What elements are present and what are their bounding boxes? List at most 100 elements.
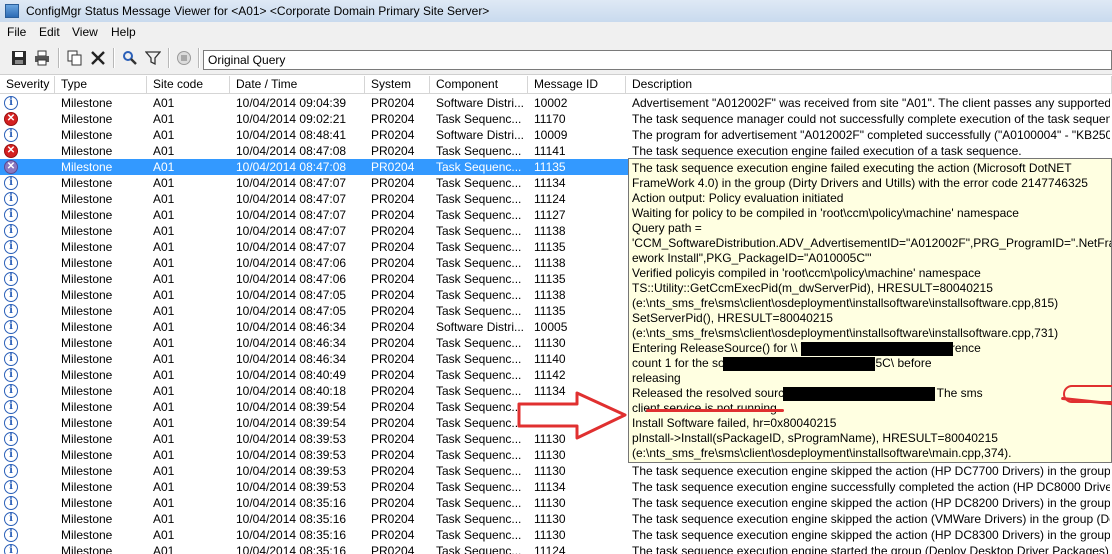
col-type-cell: Milestone: [61, 272, 113, 286]
col-type-cell: Milestone: [61, 144, 113, 158]
col-message-id-cell: 11130: [534, 496, 566, 510]
info-icon: i: [4, 384, 18, 398]
col-system-cell: PR0204: [371, 336, 415, 350]
col-date-time-cell: 10/04/2014 09:04:39: [236, 96, 347, 110]
delete-icon[interactable]: [89, 49, 107, 67]
col-component-cell: Task Sequenc...: [436, 176, 522, 190]
col-date-time-cell: 10/04/2014 08:39:54: [236, 416, 347, 430]
col-component-cell: Task Sequenc...: [436, 448, 522, 462]
col-type-cell: Milestone: [61, 160, 113, 174]
print-icon[interactable]: [33, 49, 51, 67]
tooltip-line: (e:\nts_sms_fre\sms\client\osdeployment\…: [632, 296, 1059, 310]
col-message-id-cell: 11134: [534, 480, 566, 494]
col-system-cell: PR0204: [371, 512, 415, 526]
copy-icon[interactable]: [66, 49, 84, 67]
col-site-code-cell: A01: [153, 336, 175, 350]
window-title: ConfigMgr Status Message Viewer for <A01…: [26, 4, 490, 18]
app-icon: [5, 4, 19, 18]
col-site-code-cell: A01: [153, 432, 175, 446]
tooltip-line: Verified policyis compiled in 'root\ccm\…: [632, 266, 981, 280]
col-component-cell: Software Distri...: [436, 96, 525, 110]
col-message-id-header[interactable]: Message ID: [528, 76, 626, 93]
table-row[interactable]: i Milestone A01 10/04/2014 09:04:39 PR0204 So…: [0, 95, 1112, 111]
tooltip-line: (e:\nts_sms_fre\sms\client\osdeployment\…: [632, 446, 1012, 460]
menu-bar: File Edit View Help: [0, 22, 1112, 43]
menu-view[interactable]: View: [72, 25, 98, 39]
info-icon: i: [4, 288, 18, 302]
col-type-cell: Milestone: [61, 448, 113, 462]
red-arrow-annotation: [517, 391, 627, 440]
col-component-cell: Task Sequenc...: [436, 208, 522, 222]
tooltip-line: 'CCM_SoftwareDistribution.ADV_Advertisem…: [632, 236, 1112, 250]
col-description-header[interactable]: Description: [626, 76, 1112, 93]
col-date-time-header[interactable]: Date / Time: [230, 76, 365, 93]
col-type-header[interactable]: Type: [55, 76, 147, 93]
col-description-cell: The task sequence manager could not succ…: [632, 112, 1110, 126]
info-icon: i: [4, 448, 18, 462]
toolbar-separator: [58, 48, 60, 68]
col-site-code-cell: A01: [153, 384, 175, 398]
col-message-id-cell: 10005: [534, 320, 568, 334]
menu-help[interactable]: Help: [111, 25, 136, 39]
col-component-header[interactable]: Component: [430, 76, 528, 93]
col-date-time-cell: 10/04/2014 08:47:06: [236, 272, 347, 286]
col-severity-header[interactable]: Severity: [0, 76, 55, 93]
table-row[interactable]: i Milestone A01 10/04/2014 08:39:53 PR0204 Ta…: [0, 463, 1112, 479]
table-row[interactable]: i Milestone A01 10/04/2014 08:35:16 PR0204 Ta…: [0, 495, 1112, 511]
col-message-id-cell: 11130: [534, 464, 566, 478]
col-component-cell: Task Sequenc...: [436, 288, 522, 302]
filter-icon[interactable]: [144, 49, 162, 67]
col-message-id-cell: 11127: [534, 208, 566, 222]
tooltip-line: Waiting for policy to be compiled in 'ro…: [632, 206, 1019, 220]
info-icon: i: [4, 416, 18, 430]
col-site-code-header[interactable]: Site code: [147, 76, 230, 93]
info-icon: i: [4, 272, 18, 286]
table-row[interactable]: i Milestone A01 10/04/2014 08:48:41 PR0204 So…: [0, 127, 1112, 143]
info-icon: i: [4, 208, 18, 222]
col-system-header[interactable]: System: [365, 76, 430, 93]
table-row[interactable]: i Milestone A01 10/04/2014 08:35:16 PR0204 Ta…: [0, 511, 1112, 527]
col-description-cell: The task sequence execution engine skipp…: [632, 496, 1110, 510]
col-site-code-cell: A01: [153, 112, 175, 126]
col-site-code-cell: A01: [153, 352, 175, 366]
table-row[interactable]: ✕ Milestone A01 10/04/2014 09:02:21 PR0204 Ta…: [0, 111, 1112, 127]
col-description-cell: The task sequence execution engine start…: [632, 544, 1109, 554]
col-date-time-cell: 10/04/2014 08:39:53: [236, 480, 347, 494]
col-site-code-cell: A01: [153, 464, 175, 478]
col-type-cell: Milestone: [61, 224, 113, 238]
col-description-cell: The task sequence execution engine skipp…: [632, 512, 1110, 526]
table-row[interactable]: i Milestone A01 10/04/2014 08:35:16 PR0204 Ta…: [0, 543, 1112, 554]
col-date-time-cell: 10/04/2014 08:40:18: [236, 384, 347, 398]
title-bar: ConfigMgr Status Message Viewer for <A01…: [0, 0, 1112, 22]
tooltip-line: pInstall->Install(sPackageID, sProgramNa…: [632, 431, 998, 445]
col-type-cell: Milestone: [61, 496, 113, 510]
col-message-id-cell: 11135: [534, 240, 566, 254]
table-row[interactable]: ✕ Milestone A01 10/04/2014 08:47:08 PR0204 Ta…: [0, 143, 1112, 159]
query-select[interactable]: [203, 50, 1112, 70]
col-type-cell: Milestone: [61, 208, 113, 222]
table-row[interactable]: i Milestone A01 10/04/2014 08:35:16 PR0204 Ta…: [0, 527, 1112, 543]
col-site-code-cell: A01: [153, 496, 175, 510]
col-message-id-cell: 11138: [534, 256, 566, 270]
menu-file[interactable]: File: [7, 25, 26, 39]
col-component-cell: Task Sequenc...: [436, 464, 522, 478]
col-date-time-cell: 10/04/2014 08:39:53: [236, 464, 347, 478]
col-type-cell: Milestone: [61, 368, 113, 382]
col-message-id-cell: 11170: [534, 112, 566, 126]
stop-icon[interactable]: [175, 49, 193, 67]
col-type-cell: Milestone: [61, 112, 113, 126]
info-icon: i: [4, 128, 18, 142]
menu-edit[interactable]: Edit: [39, 25, 60, 39]
info-icon: i: [4, 224, 18, 238]
col-component-cell: Task Sequenc...: [436, 304, 522, 318]
message-tooltip: The task sequence execution engine faile…: [628, 158, 1112, 463]
save-icon[interactable]: [10, 49, 28, 67]
col-type-cell: Milestone: [61, 96, 113, 110]
properties-icon[interactable]: [121, 49, 139, 67]
col-date-time-cell: 10/04/2014 08:39:54: [236, 400, 347, 414]
col-site-code-cell: A01: [153, 160, 175, 174]
info-icon: i: [4, 336, 18, 350]
col-message-id-cell: 11124: [534, 544, 566, 554]
col-date-time-cell: 10/04/2014 08:47:06: [236, 256, 347, 270]
table-row[interactable]: i Milestone A01 10/04/2014 08:39:53 PR0204 Ta…: [0, 479, 1112, 495]
